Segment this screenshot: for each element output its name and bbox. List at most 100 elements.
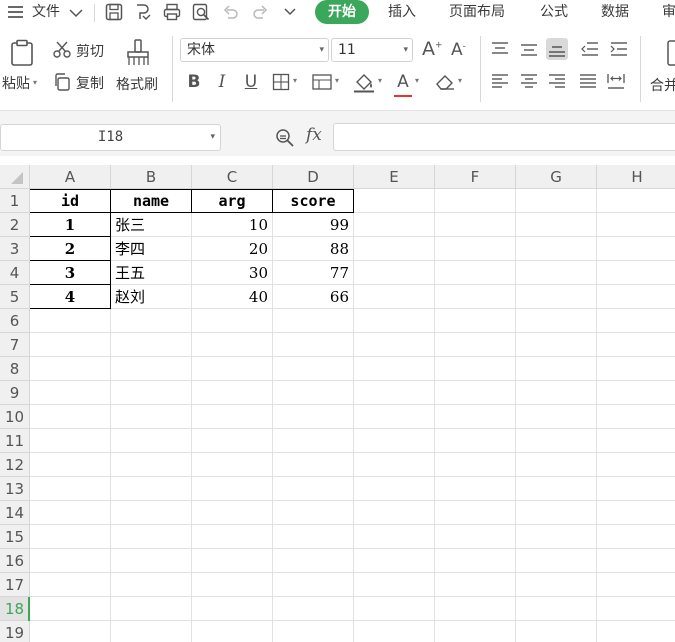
row-header-5[interactable]: 5 bbox=[0, 285, 30, 309]
tab-page-layout[interactable]: 页面布局 bbox=[449, 0, 505, 24]
export-pdf-icon[interactable] bbox=[133, 2, 153, 22]
decrease-indent-icon[interactable] bbox=[579, 38, 601, 60]
cell-b2[interactable]: 张三 bbox=[111, 213, 191, 237]
quick-access-chevron-icon[interactable] bbox=[280, 2, 300, 22]
print-preview-icon[interactable] bbox=[191, 2, 211, 22]
cell-d5[interactable]: 66 bbox=[273, 285, 353, 309]
save-icon[interactable] bbox=[104, 2, 124, 22]
row-header-14[interactable]: 14 bbox=[0, 501, 30, 525]
row-header-15[interactable]: 15 bbox=[0, 525, 30, 549]
row-header-11[interactable]: 11 bbox=[0, 429, 30, 453]
increase-font-size-icon[interactable]: A+ bbox=[422, 38, 443, 60]
row-header-13[interactable]: 13 bbox=[0, 477, 30, 501]
column-header-c[interactable]: C bbox=[192, 165, 273, 189]
name-box[interactable]: I18 ▾ bbox=[0, 124, 221, 151]
zoom-search-icon[interactable] bbox=[274, 127, 296, 149]
align-top-icon[interactable] bbox=[489, 38, 511, 60]
cell-style-dropdown-icon[interactable]: ▾ bbox=[335, 76, 339, 85]
cell-b5[interactable]: 赵刘 bbox=[111, 285, 191, 309]
column-header-g[interactable]: G bbox=[516, 165, 597, 189]
chevron-down-icon[interactable] bbox=[66, 2, 86, 22]
fill-color-dropdown-icon[interactable]: ▾ bbox=[378, 76, 382, 85]
underline-button[interactable]: U bbox=[241, 70, 261, 94]
cut-button[interactable]: 剪切 bbox=[76, 41, 104, 61]
row-header-17[interactable]: 17 bbox=[0, 573, 30, 597]
merge-button[interactable]: 合并 bbox=[650, 75, 675, 95]
cell-a2[interactable]: 1 bbox=[30, 213, 110, 237]
format-painter-button[interactable]: 格式刷 bbox=[116, 74, 158, 94]
column-header-b[interactable]: B bbox=[111, 165, 192, 189]
cell-a3[interactable]: 2 bbox=[30, 237, 110, 261]
bold-button[interactable]: B bbox=[184, 70, 204, 94]
font-color-dropdown-icon[interactable]: ▾ bbox=[415, 76, 419, 85]
borders-dropdown-icon[interactable]: ▾ bbox=[293, 76, 297, 85]
row-header-7[interactable]: 7 bbox=[0, 333, 30, 357]
font-name-select[interactable]: 宋体 ▾ bbox=[180, 38, 329, 62]
tab-review[interactable]: 审 bbox=[662, 0, 675, 24]
font-size-select[interactable]: 11 ▾ bbox=[331, 38, 413, 62]
fill-color-icon[interactable] bbox=[352, 71, 376, 93]
cell-a4[interactable]: 3 bbox=[30, 261, 110, 285]
cell-c3[interactable]: 20 bbox=[192, 237, 272, 261]
tab-formulas[interactable]: 公式 bbox=[540, 0, 568, 24]
row-header-19[interactable]: 19 bbox=[0, 621, 30, 642]
tab-data[interactable]: 数据 bbox=[601, 0, 629, 24]
insert-function-button[interactable]: fx bbox=[306, 125, 322, 145]
row-header-10[interactable]: 10 bbox=[0, 405, 30, 429]
copy-icon[interactable] bbox=[52, 72, 72, 92]
decrease-font-size-icon[interactable]: A- bbox=[451, 40, 466, 60]
tab-start[interactable]: 开始 bbox=[315, 0, 369, 24]
font-color-button[interactable]: A bbox=[394, 70, 412, 94]
copy-button[interactable]: 复制 bbox=[76, 73, 104, 93]
row-header-2[interactable]: 2 bbox=[0, 213, 30, 237]
italic-button[interactable]: I bbox=[213, 70, 231, 94]
undo-icon[interactable] bbox=[221, 2, 241, 22]
formula-input[interactable] bbox=[333, 123, 675, 151]
paste-button[interactable]: 粘贴 bbox=[2, 73, 30, 93]
increase-indent-icon[interactable] bbox=[608, 38, 630, 60]
justify-icon[interactable] bbox=[577, 70, 599, 92]
row-header-6[interactable]: 6 bbox=[0, 309, 30, 333]
select-all-corner[interactable] bbox=[0, 165, 30, 189]
row-header-18[interactable]: 18 bbox=[0, 597, 30, 621]
cell-style-icon[interactable] bbox=[311, 72, 333, 92]
tab-insert[interactable]: 插入 bbox=[388, 0, 416, 24]
file-menu[interactable]: 文件 bbox=[32, 0, 60, 24]
paste-icon[interactable] bbox=[7, 38, 37, 68]
cell-a5[interactable]: 4 bbox=[30, 285, 110, 309]
row-header-9[interactable]: 9 bbox=[0, 381, 30, 405]
align-center-icon[interactable] bbox=[518, 70, 540, 92]
print-icon[interactable] bbox=[162, 2, 182, 22]
cell-c4[interactable]: 30 bbox=[192, 261, 272, 285]
clear-dropdown-icon[interactable]: ▾ bbox=[458, 76, 462, 85]
column-header-d[interactable]: D bbox=[273, 165, 354, 189]
cell-b1[interactable]: name bbox=[111, 189, 191, 213]
align-bottom-icon[interactable] bbox=[546, 38, 568, 60]
cell-b3[interactable]: 李四 bbox=[111, 237, 191, 261]
column-header-f[interactable]: F bbox=[435, 165, 516, 189]
cell-d3[interactable]: 88 bbox=[273, 237, 353, 261]
column-header-e[interactable]: E bbox=[354, 165, 435, 189]
column-header-h[interactable]: H bbox=[597, 165, 675, 189]
row-header-1[interactable]: 1 bbox=[0, 189, 30, 213]
merge-cells-icon[interactable] bbox=[664, 38, 675, 68]
column-header-a[interactable]: A bbox=[30, 165, 111, 189]
cell-c5[interactable]: 40 bbox=[192, 285, 272, 309]
borders-icon[interactable] bbox=[271, 72, 291, 92]
scissors-icon[interactable] bbox=[52, 40, 72, 60]
distribute-icon[interactable] bbox=[605, 70, 627, 92]
row-header-4[interactable]: 4 bbox=[0, 261, 30, 285]
format-painter-icon[interactable] bbox=[124, 38, 152, 68]
eraser-icon[interactable] bbox=[434, 72, 456, 92]
row-header-16[interactable]: 16 bbox=[0, 549, 30, 573]
row-header-3[interactable]: 3 bbox=[0, 237, 30, 261]
cell-d1[interactable]: score bbox=[273, 189, 353, 213]
align-right-icon[interactable] bbox=[546, 70, 568, 92]
cell-c2[interactable]: 10 bbox=[192, 213, 272, 237]
paste-dropdown-icon[interactable]: ▾ bbox=[33, 78, 37, 87]
cell-a1[interactable]: id bbox=[30, 189, 110, 213]
row-header-8[interactable]: 8 bbox=[0, 357, 30, 381]
align-middle-icon[interactable] bbox=[518, 38, 540, 60]
cell-d2[interactable]: 99 bbox=[273, 213, 353, 237]
align-left-icon[interactable] bbox=[489, 70, 511, 92]
